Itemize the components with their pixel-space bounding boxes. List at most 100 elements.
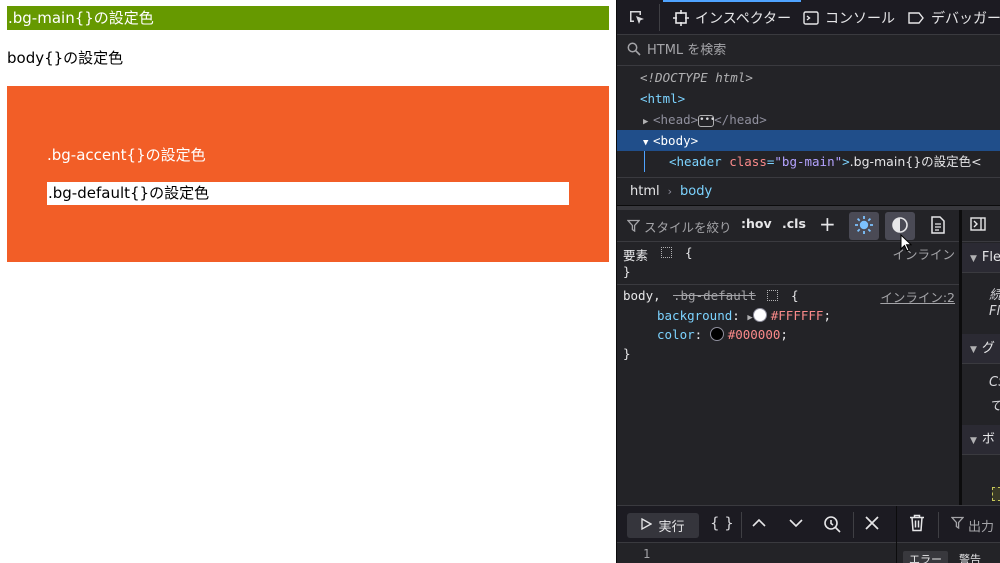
bg-main-header: .bg-main{}の設定色	[7, 6, 609, 30]
console-splitter	[896, 506, 897, 544]
body-rule-source-link[interactable]: インライン:2	[880, 287, 955, 306]
header-attr-value: "bg-main"	[774, 154, 843, 169]
sidebar-section-flexbox[interactable]: ▼ Fle	[962, 243, 1000, 273]
cls-button[interactable]: .cls	[782, 216, 806, 236]
debugger-icon	[907, 10, 925, 26]
element-picker-icon[interactable]	[627, 8, 647, 32]
search-icon	[627, 42, 641, 60]
breadcrumb-body[interactable]: body	[680, 184, 712, 199]
run-label: 実行	[658, 520, 685, 535]
color-prop: color	[657, 327, 695, 342]
header-attr-name: class	[729, 154, 767, 169]
error-filter-badge[interactable]: エラー	[903, 551, 948, 563]
body-rule-close: }	[623, 346, 631, 361]
bg-accent-text: .bg-accent{}の設定色	[47, 146, 206, 164]
style-filter[interactable]: スタイルを絞り	[626, 217, 732, 236]
header-text-content: .bg-main{}の設定色<	[849, 154, 982, 169]
document-icon	[930, 215, 946, 237]
body-grid-icon[interactable]	[767, 288, 784, 303]
trash-icon[interactable]	[909, 514, 925, 536]
semicolon: ;	[780, 327, 788, 342]
body-rule-selector: body,	[623, 288, 661, 303]
tab-debugger[interactable]: デバッガー	[907, 0, 1000, 35]
sun-icon	[854, 215, 874, 238]
light-scheme-button[interactable]	[849, 212, 879, 240]
sidebar-toggle-icon[interactable]	[970, 216, 986, 235]
devtools-panel: インスペクター コンソール デバッガー <!DOCTYPE html> <htm…	[616, 0, 1000, 563]
tab-console[interactable]: コンソール	[803, 0, 895, 35]
background-value[interactable]: #FFFFFF	[771, 308, 824, 323]
sidebar-text: て	[989, 395, 1000, 414]
sidebar-section-grid[interactable]: ▼ グ	[962, 334, 1000, 364]
rule-separator	[617, 284, 959, 285]
header-tag-text: <header	[669, 154, 722, 169]
console-body-splitter	[896, 543, 897, 563]
sidebar-text: CS	[989, 375, 1000, 390]
white-color-swatch[interactable]	[752, 308, 767, 322]
background-prop: background	[657, 308, 733, 323]
breadcrumb-html[interactable]: html	[630, 184, 660, 199]
bg-accent-block: .bg-accent{}の設定色 .bg-default{}の設定色	[7, 86, 609, 262]
element-rule-close: }	[623, 264, 631, 279]
devtools-tabbar: インスペクター コンソール デバッガー	[617, 0, 1000, 35]
html-search-input[interactable]	[647, 43, 947, 58]
html-search-bar	[617, 36, 1000, 66]
markup-header[interactable]: <header class="bg-main">.bg-main{}の設定色<	[617, 151, 1000, 172]
element-grid-icon[interactable]	[661, 245, 678, 260]
head-open-text: <head>	[653, 112, 699, 127]
markup-head[interactable]: ▶ <head>•••</head>	[617, 109, 1000, 130]
breadcrumb: html › body	[617, 177, 1000, 206]
body-tag-text: <body>	[653, 133, 699, 148]
indent-guide	[644, 151, 645, 172]
section-label: グ	[981, 341, 995, 356]
semicolon: ;	[823, 308, 831, 323]
sidebar-section-box-model[interactable]: ▼ ボ	[962, 425, 1000, 455]
markup-view: <!DOCTYPE html> <html> ▶ <head>•••</head>…	[617, 67, 1000, 177]
filter-icon	[950, 516, 965, 535]
console-separator	[741, 512, 742, 538]
output-filter-label: 出力	[968, 520, 995, 535]
tabbar-separator	[659, 4, 660, 31]
mouse-cursor-icon	[900, 233, 913, 256]
warning-filter-badge[interactable]: 警告	[953, 551, 987, 563]
background-declaration[interactable]: background: ▶ #FFFFFF;	[657, 308, 831, 323]
element-rule-open: {	[685, 245, 693, 260]
print-media-button[interactable]	[923, 212, 953, 240]
tab-inspector[interactable]: インスペクター	[663, 0, 802, 35]
chevron-up-icon[interactable]	[751, 515, 767, 535]
black-color-swatch[interactable]	[709, 327, 724, 341]
body-rule-open: {	[791, 288, 799, 303]
add-rule-button[interactable]: +	[819, 212, 836, 236]
collapsed-dots-icon[interactable]: •••	[698, 114, 715, 127]
console-editor[interactable]: 1 エラー 警告	[617, 543, 1000, 563]
pretty-print-button[interactable]: { }	[710, 514, 734, 532]
section-label: Fle	[981, 250, 1000, 265]
sidebar-header	[962, 210, 1000, 242]
collapse-arrow-icon: ▼	[970, 436, 977, 446]
bg-main-text: .bg-main{}の設定色	[8, 9, 154, 27]
hov-button[interactable]: :hov	[741, 216, 772, 236]
close-icon[interactable]	[864, 515, 880, 535]
head-close-text: </head>	[714, 112, 767, 127]
element-rule-selector: 要素	[623, 248, 649, 263]
tab-inspector-label: インスペクター	[695, 10, 792, 27]
bg-default-box: .bg-default{}の設定色	[47, 182, 569, 205]
reverse-search-icon[interactable]	[823, 515, 841, 537]
tab-debugger-label: デバッガー	[931, 10, 1000, 27]
color-declaration[interactable]: color: #000000;	[657, 327, 788, 342]
css-rules-panel: 要素 { インライン } body, .bg-default { インライン:2…	[617, 243, 959, 505]
expand-arrow-icon[interactable]: ▶	[747, 313, 752, 323]
output-filter[interactable]: 出力	[950, 516, 995, 535]
console-separator	[938, 512, 939, 538]
color-value[interactable]: #000000	[728, 327, 781, 342]
markup-html[interactable]: <html>	[617, 88, 1000, 109]
console-toolbar: 実行 { } 出力	[617, 505, 1000, 544]
markup-doctype[interactable]: <!DOCTYPE html>	[617, 67, 1000, 88]
markup-body-selected[interactable]: ▼ <body>	[617, 130, 1000, 151]
style-filter-placeholder: スタイルを絞り	[644, 220, 732, 235]
colon: :	[694, 327, 703, 342]
breadcrumb-separator-icon: ›	[667, 185, 673, 198]
run-button[interactable]: 実行	[627, 513, 699, 538]
section-label: ボ	[981, 432, 995, 447]
chevron-down-icon[interactable]	[788, 515, 804, 535]
